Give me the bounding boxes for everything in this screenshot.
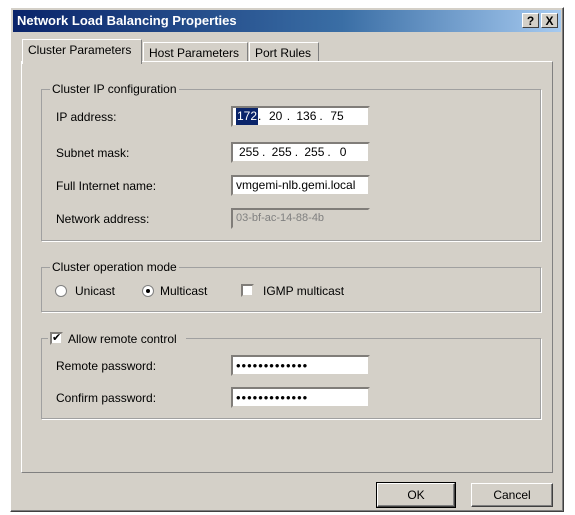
unicast-label[interactable]: Unicast xyxy=(75,284,115,298)
radio-selected-dot xyxy=(146,289,150,293)
cluster-ip-group-label: Cluster IP configuration xyxy=(50,82,179,96)
subnet-octet-4[interactable]: 0 xyxy=(334,144,352,161)
network-address-label: Network address: xyxy=(56,212,150,226)
allow-remote-control-checkbox[interactable]: ✔ xyxy=(50,332,63,345)
allow-remote-control-row[interactable]: ✔ Allow remote control xyxy=(48,331,186,346)
operation-mode-group: Cluster operation mode Unicast Multicast… xyxy=(41,260,541,312)
subnet-octet-1[interactable]: 255 xyxy=(236,144,262,161)
cluster-ip-group: Cluster IP configuration IP address: 172… xyxy=(41,82,541,241)
igmp-multicast-checkbox[interactable] xyxy=(241,284,254,297)
close-button[interactable]: X xyxy=(541,13,558,28)
window-title: Network Load Balancing Properties xyxy=(17,13,237,28)
tab-cluster-parameters[interactable]: Cluster Parameters xyxy=(22,39,142,64)
cancel-button[interactable]: Cancel xyxy=(471,483,553,507)
subnet-octet-3[interactable]: 255 xyxy=(301,144,327,161)
allow-remote-control-label[interactable]: Allow remote control xyxy=(68,332,177,346)
ip-octet-2[interactable]: 20 xyxy=(265,108,287,125)
network-address-field: 03-bf-ac-14-88-4b xyxy=(231,208,370,229)
multicast-label[interactable]: Multicast xyxy=(160,284,207,298)
help-button[interactable]: ? xyxy=(522,13,539,28)
confirm-password-field[interactable]: ••••••••••••• xyxy=(231,387,370,408)
nlb-properties-dialog: Network Load Balancing Properties ? X Cl… xyxy=(10,7,564,512)
title-bar[interactable]: Network Load Balancing Properties ? X xyxy=(13,10,561,32)
unicast-radio[interactable] xyxy=(55,285,67,297)
ip-octet-3[interactable]: 136 xyxy=(293,108,319,125)
operation-mode-group-label: Cluster operation mode xyxy=(50,260,179,274)
ip-address-field[interactable]: 172. 20. 136. 75 xyxy=(231,106,370,127)
remote-password-label: Remote password: xyxy=(56,359,157,373)
ip-octet-4[interactable]: 75 xyxy=(326,108,348,125)
subnet-mask-field[interactable]: 255. 255. 255. 0 xyxy=(231,142,370,163)
full-internet-name-field[interactable]: vmgemi-nlb.gemi.local xyxy=(231,175,370,196)
subnet-octet-2[interactable]: 255 xyxy=(269,144,295,161)
ok-button[interactable]: OK xyxy=(376,482,456,508)
multicast-radio[interactable] xyxy=(142,285,154,297)
ip-octet-1[interactable]: 172 xyxy=(236,108,258,125)
subnet-mask-label: Subnet mask: xyxy=(56,146,130,160)
igmp-multicast-label[interactable]: IGMP multicast xyxy=(263,284,344,298)
full-internet-name-label: Full Internet name: xyxy=(56,179,157,193)
remote-password-field[interactable]: ••••••••••••• xyxy=(231,355,370,376)
ip-address-label: IP address: xyxy=(56,110,117,124)
remote-control-group: ✔ Allow remote control Remote password: … xyxy=(41,331,541,419)
confirm-password-label: Confirm password: xyxy=(56,391,157,405)
cluster-parameters-panel: Cluster IP configuration IP address: 172… xyxy=(21,61,553,473)
